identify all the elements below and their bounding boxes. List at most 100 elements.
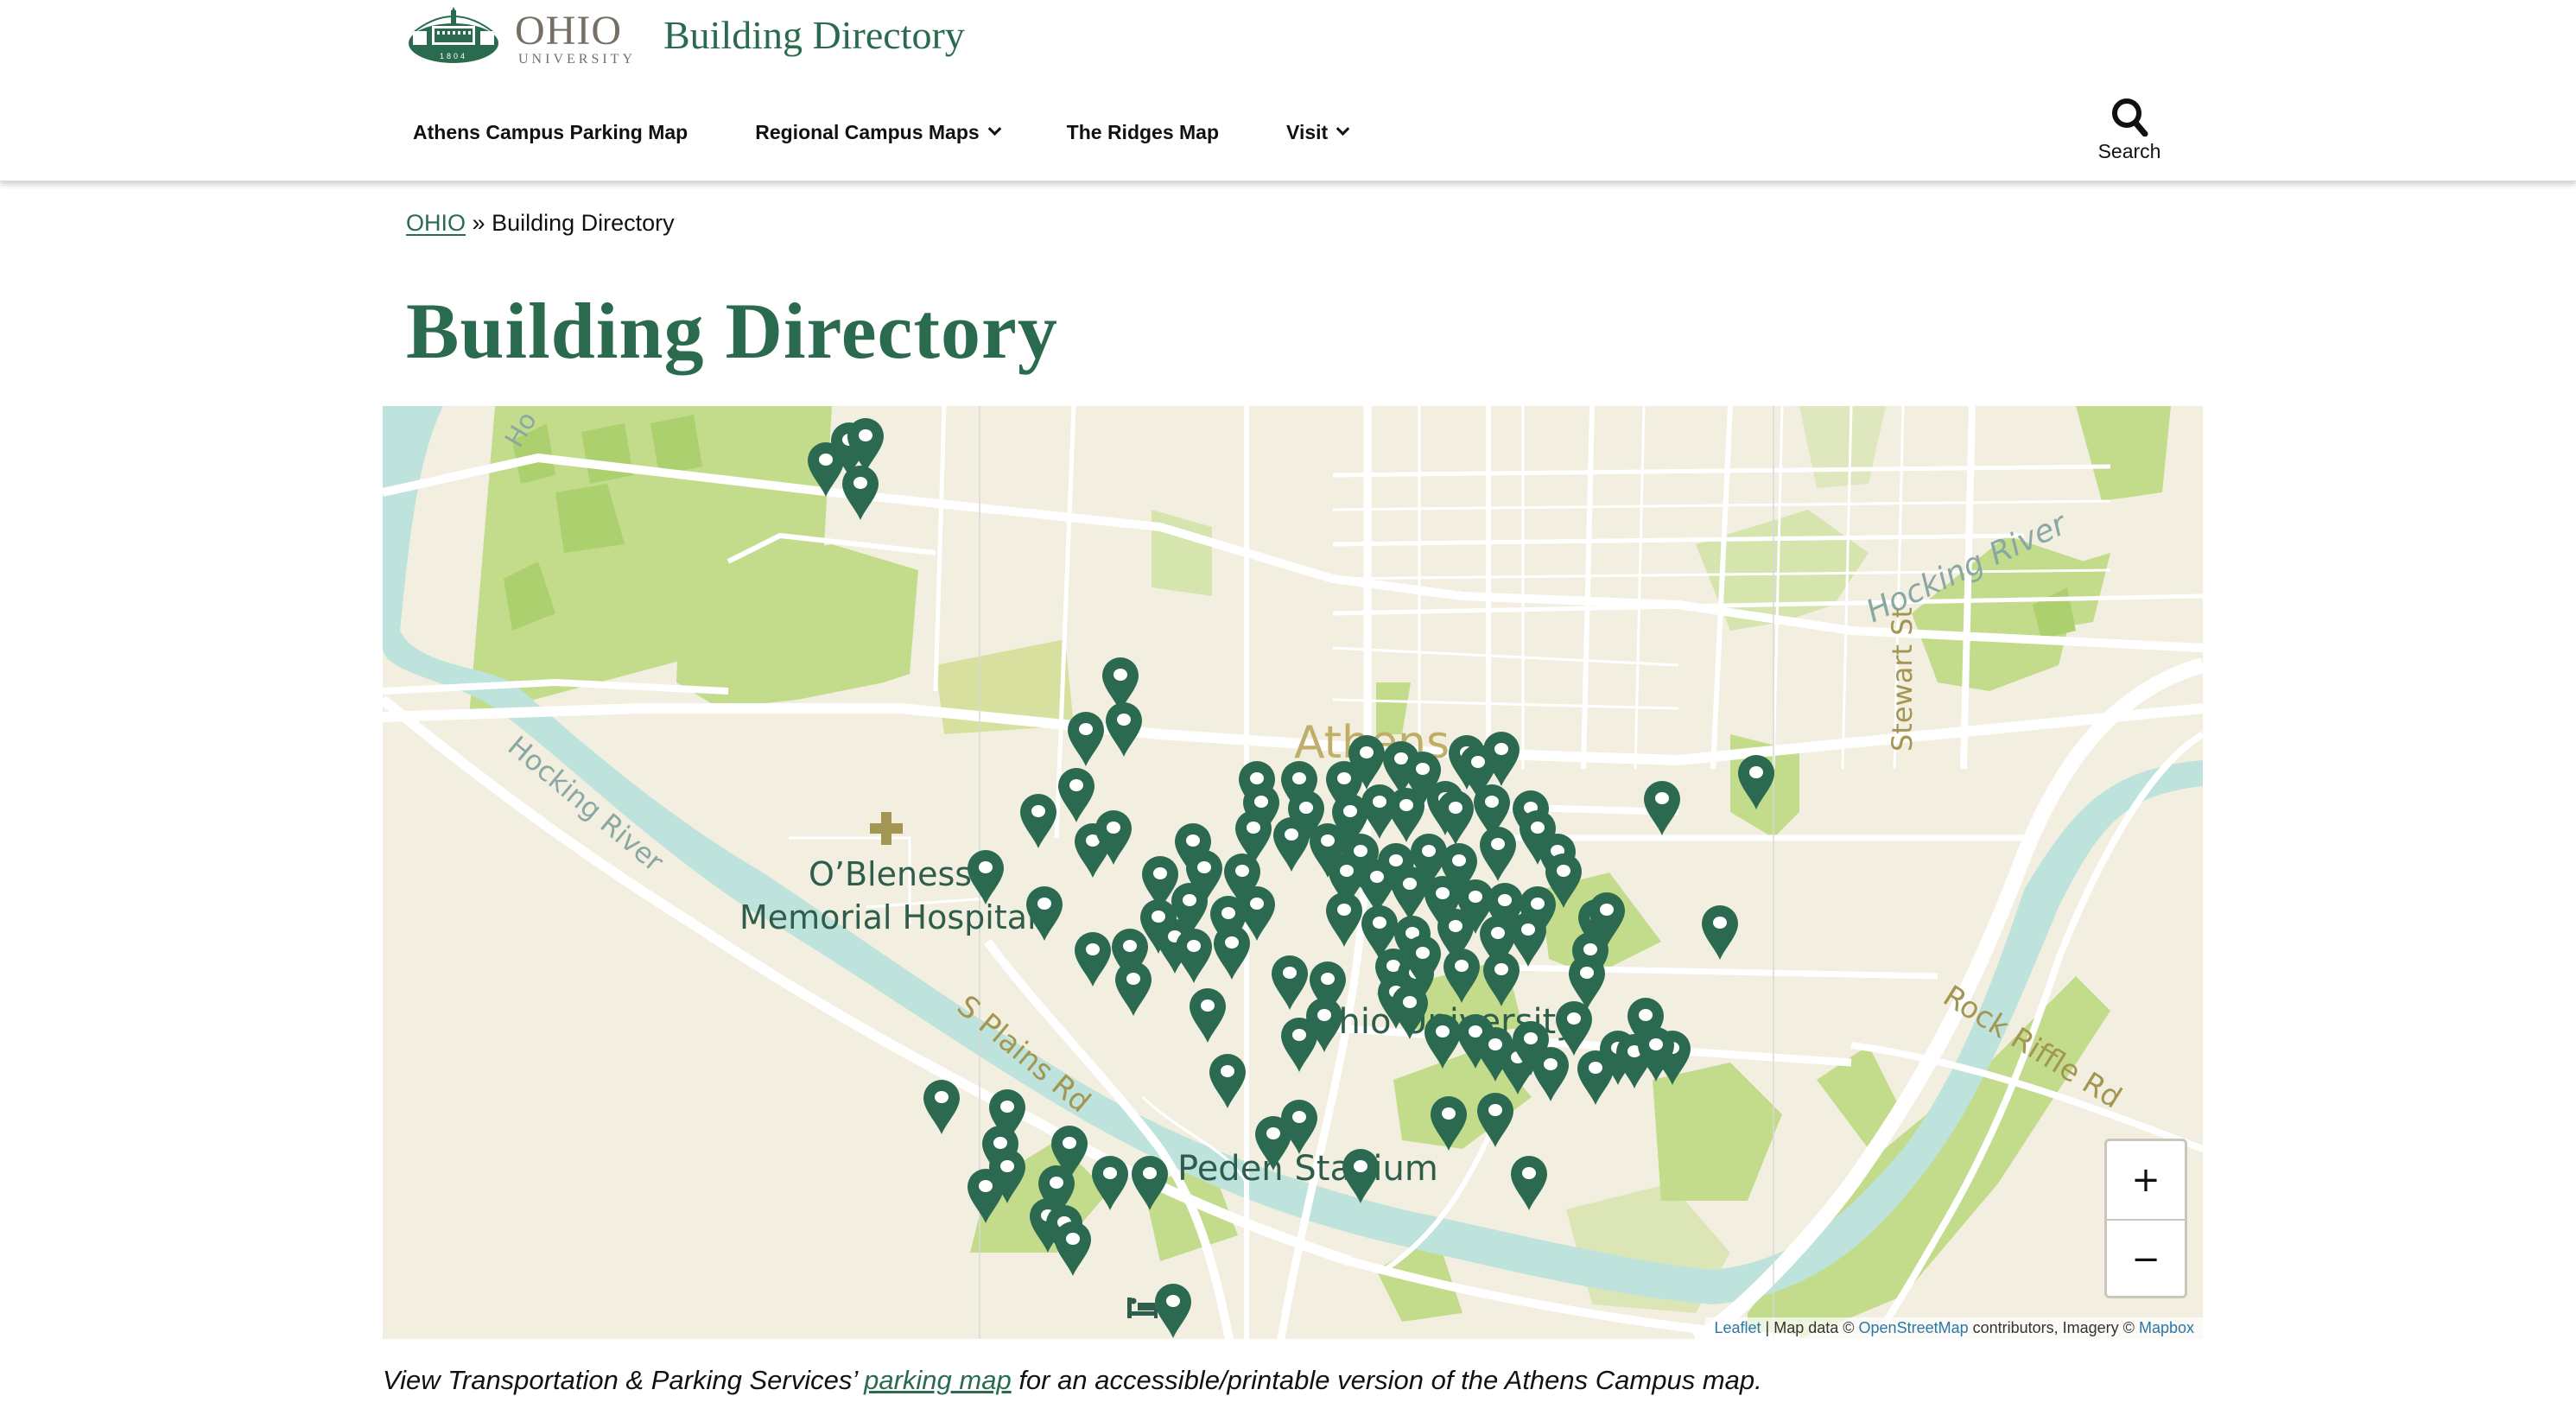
map-pin-icon (1702, 905, 1739, 961)
map-pin-icon (1483, 951, 1520, 1006)
nav-item-visit[interactable]: Visit (1286, 121, 1350, 144)
map-pin-icon (1644, 780, 1681, 835)
attribution-text: contributors, Imagery © (1968, 1319, 2139, 1336)
building-marker[interactable] (1636, 1026, 1676, 1083)
building-marker[interactable] (966, 849, 1006, 906)
chevron-down-icon (1336, 122, 1350, 136)
building-marker[interactable] (1700, 904, 1740, 961)
footnote-prefix: View Transportation & Parking Services’ (383, 1365, 865, 1395)
leaflet-link[interactable]: Leaflet (1714, 1319, 1761, 1336)
breadcrumb-home-link[interactable]: OHIO (406, 210, 466, 236)
building-marker[interactable] (1053, 1221, 1093, 1278)
parking-map-link[interactable]: parking map (864, 1365, 1012, 1395)
page-title: Building Directory (406, 287, 1058, 375)
map-pin-icon (1511, 1155, 1548, 1210)
map-footnote: View Transportation & Parking Services’ … (383, 1365, 1762, 1396)
building-marker[interactable] (1212, 924, 1252, 981)
map-pin-icon (1737, 754, 1774, 809)
map-pin-icon (1115, 961, 1152, 1017)
chevron-down-icon (987, 122, 1001, 136)
mapbox-link[interactable]: Mapbox (2139, 1319, 2194, 1336)
map-pin-icon (1272, 816, 1310, 872)
map-attribution: Leaflet | Map data © OpenStreetMap contr… (1705, 1317, 2203, 1339)
building-marker[interactable] (1104, 701, 1144, 758)
building-marker[interactable] (1090, 1155, 1130, 1212)
breadcrumb-current: Building Directory (492, 210, 675, 236)
building-marker[interactable] (1208, 1053, 1247, 1110)
footnote-suffix: for an accessible/printable version of t… (1011, 1365, 1762, 1395)
map-pin-icon (967, 1168, 1004, 1223)
building-marker[interactable] (1073, 931, 1113, 988)
breadcrumb-separator: » (472, 210, 485, 236)
nav-label: The Ridges Map (1066, 121, 1220, 143)
building-marker[interactable] (1341, 1148, 1380, 1205)
campus-map[interactable]: Ho Hocking River Hocking River Athens O’… (383, 406, 2203, 1339)
building-marker[interactable] (1736, 754, 1776, 811)
building-marker[interactable] (1642, 780, 1682, 837)
building-marker[interactable] (1324, 892, 1364, 949)
map-pin-icon (1342, 1148, 1379, 1203)
nav-label: Regional Campus Maps (755, 121, 980, 143)
nav-item-regional-campus-maps[interactable]: Regional Campus Maps (755, 121, 1001, 144)
breadcrumb: OHIO » Building Directory (406, 210, 675, 237)
zoom-in-button[interactable]: + (2107, 1141, 2185, 1219)
map-pin-icon (1154, 1283, 1191, 1338)
site-title-link[interactable]: Building Directory (663, 12, 965, 58)
building-marker[interactable] (1174, 928, 1214, 985)
map-pin-icon (1189, 987, 1226, 1043)
building-marker[interactable] (922, 1079, 961, 1136)
building-marker[interactable] (1114, 961, 1153, 1018)
map-pin-icon (967, 849, 1004, 904)
map-pin-icon (1095, 810, 1133, 866)
nav-item-ridges-map[interactable]: The Ridges Map (1067, 121, 1219, 144)
map-pin-icon (1074, 931, 1111, 987)
building-marker[interactable] (1094, 809, 1133, 866)
map-pin-icon (1476, 1093, 1513, 1148)
openstreetmap-link[interactable]: OpenStreetMap (1859, 1319, 1969, 1336)
map-pin-icon (1176, 929, 1213, 984)
building-marker[interactable] (1153, 1283, 1193, 1339)
building-marker[interactable] (841, 465, 880, 522)
map-pin-icon (1214, 925, 1251, 980)
building-marker[interactable] (1130, 1155, 1170, 1212)
building-marker[interactable] (1025, 885, 1064, 942)
map-pin-icon (1026, 885, 1063, 941)
map-label-stewart-st: Stewart St (1886, 606, 1919, 752)
search-label: Search (2097, 140, 2161, 162)
building-marker[interactable] (1478, 826, 1518, 883)
hospital-icon (870, 812, 903, 845)
building-marker[interactable] (1279, 1099, 1319, 1156)
map-zoom-control: + − (2104, 1139, 2187, 1298)
map-pin-icon (1132, 1155, 1169, 1210)
map-pin-icon (1325, 892, 1362, 948)
map-pin-icon (1480, 827, 1517, 882)
ohio-university-seal-logo[interactable]: 1804 (406, 7, 501, 64)
building-marker[interactable] (1056, 767, 1096, 824)
building-marker[interactable] (966, 1168, 1006, 1225)
map-pin-icon (923, 1080, 960, 1135)
building-marker[interactable] (1482, 951, 1521, 1008)
building-marker[interactable] (1429, 1095, 1469, 1152)
nav-label: Athens Campus Parking Map (413, 121, 688, 143)
building-marker[interactable] (1279, 1017, 1319, 1074)
building-marker[interactable] (1188, 987, 1228, 1044)
logo-wordmark[interactable]: OHIO (515, 10, 622, 52)
building-marker[interactable] (1018, 793, 1058, 850)
map-pin-icon (1637, 1027, 1674, 1082)
building-marker[interactable] (1475, 1092, 1515, 1149)
map-label-hospital-line1: O’Bleness (809, 855, 973, 893)
logo-subtitle: UNIVERSITY (518, 52, 636, 67)
nav-item-athens-parking-map[interactable]: Athens Campus Parking Map (413, 121, 688, 144)
building-marker[interactable] (1066, 711, 1106, 768)
building-marker[interactable] (1272, 816, 1311, 873)
main-nav: Athens Campus Parking Map Regional Campu… (413, 121, 1415, 144)
building-marker[interactable] (1509, 1155, 1549, 1212)
logo-year: 1804 (440, 52, 467, 60)
building-marker[interactable] (1442, 948, 1482, 1005)
map-pin-icon (1281, 1099, 1318, 1154)
map-pin-icon (1067, 712, 1104, 767)
zoom-out-button[interactable]: − (2107, 1219, 2185, 1297)
map-pin-icon (1209, 1053, 1246, 1108)
search-icon (2112, 98, 2148, 136)
search-button[interactable]: Search (2091, 97, 2168, 163)
